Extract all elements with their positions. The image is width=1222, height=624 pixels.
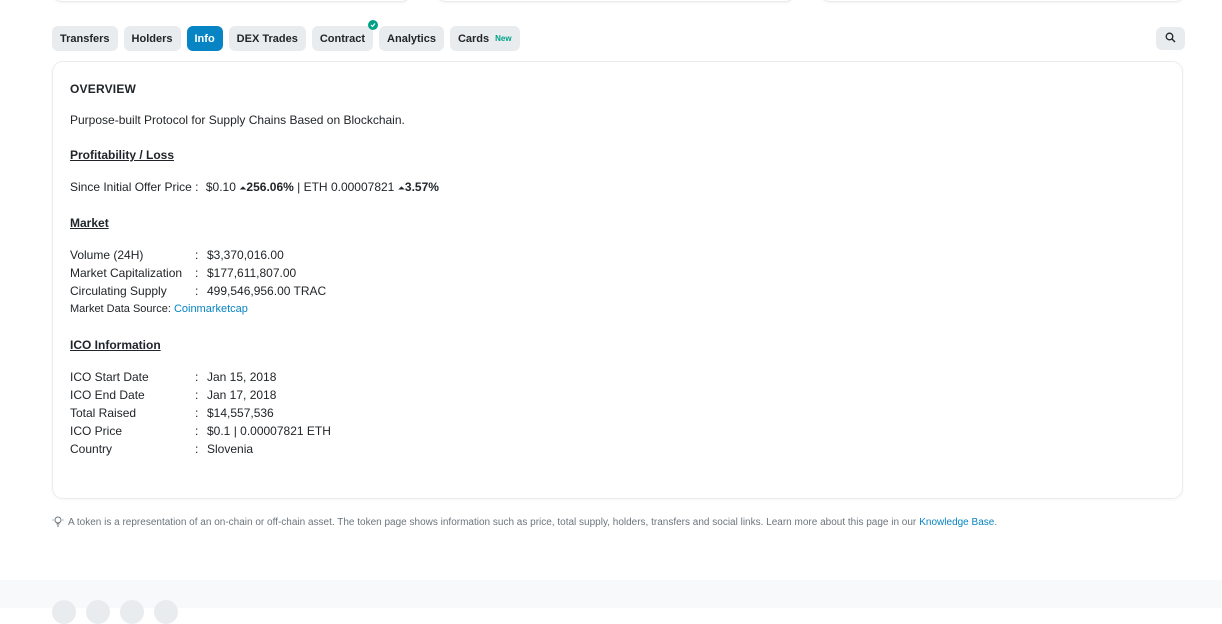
row-value: 499,546,956.00 TRAC [207,284,327,298]
profitability-title: Profitability / Loss [70,148,175,162]
usd-change: 256.06% [246,180,294,194]
row-colon: : [195,424,199,438]
tab-label: Info [194,32,215,45]
search-icon [1165,30,1176,48]
market-data-source: Market Data Source: Coinmarketcap [70,303,248,315]
eth-change: 3.57% [404,180,439,194]
market-title: Market [70,216,109,230]
row-colon: : [195,284,199,298]
row-label: Circulating Supply [70,284,167,298]
eth-separator: | ETH [297,180,328,194]
new-badge: New [495,34,512,43]
top-card-1 [52,0,411,2]
ico-title: ICO Information [70,338,161,352]
row-colon: : [195,266,199,280]
tab-contract[interactable]: Contract [311,20,379,51]
row-label: Market Capitalization [70,266,183,280]
tab-dex-trades[interactable]: DEX Trades [228,26,306,51]
knowledge-base-link[interactable]: Knowledge Base [919,517,994,528]
tab-analytics[interactable]: Analytics [379,26,444,51]
top-card-2 [436,0,795,2]
tab-label: Analytics [387,32,436,45]
page-footnote: A token is a representation of an on-cha… [52,515,997,530]
info-card: OVERVIEW Purpose-built Protocol for Supp… [52,61,1183,499]
profitability-label: Since Initial Offer Price : [70,180,199,194]
tab-info[interactable]: Info [186,26,223,51]
row-colon: : [195,370,199,384]
tab-holders[interactable]: Holders [123,26,181,51]
social-icon[interactable] [86,600,110,624]
row-value: $14,557,536 [207,406,274,420]
tab-bar: Transfers Holders Info DEX Trades Contra… [52,20,520,51]
row-colon: : [195,442,199,456]
top-card-3 [820,0,1185,2]
token-description: Purpose-built Protocol for Supply Chains… [70,113,405,127]
row-label: ICO End Date [70,388,145,402]
row-colon: : [195,406,199,420]
footnote-text: A token is a representation of an on-cha… [68,517,917,528]
eth-price: 0.00007821 [330,180,395,194]
source-label: Market Data Source: [70,303,171,315]
tab-label: Holders [131,32,173,45]
row-label: ICO Price [70,424,123,438]
tab-transfers[interactable]: Transfers [52,26,118,51]
row-colon: : [195,388,199,402]
search-button[interactable] [1156,27,1185,50]
tab-label: Transfers [60,32,110,45]
tab-label: DEX Trades [236,32,298,45]
row-value: $3,370,016.00 [207,248,284,262]
tab-label: Contract [319,32,366,45]
usd-price: $0.10 [205,180,236,194]
lightbulb-icon [52,515,64,530]
profitability-line: Since Initial Offer Price : $0.10 ⏶ 256.0… [70,180,439,194]
tab-label: Cards [457,32,490,45]
social-icon[interactable] [120,600,144,624]
row-value: Jan 17, 2018 [207,388,277,402]
row-value: $0.1 | 0.00007821 ETH [207,424,331,438]
caret-up-icon: ⏶ [397,183,405,193]
page-footer [0,580,1222,624]
social-icon[interactable] [52,600,76,624]
row-colon: : [195,248,199,262]
row-label: Country [70,442,113,456]
row-value: Jan 15, 2018 [207,370,277,384]
row-label: Volume (24H) [70,248,144,262]
row-value: $177,611,807.00 [207,266,297,280]
overview-heading: OVERVIEW [70,82,137,96]
row-label: ICO Start Date [70,370,149,384]
coinmarketcap-link[interactable]: Coinmarketcap [174,303,248,315]
check-circle-icon [368,20,379,30]
tab-cards[interactable]: Cards New [449,26,520,51]
social-icon[interactable] [154,600,178,624]
footnote-end: . [994,517,998,528]
row-value: Slovenia [207,442,254,456]
row-label: Total Raised [70,406,137,420]
